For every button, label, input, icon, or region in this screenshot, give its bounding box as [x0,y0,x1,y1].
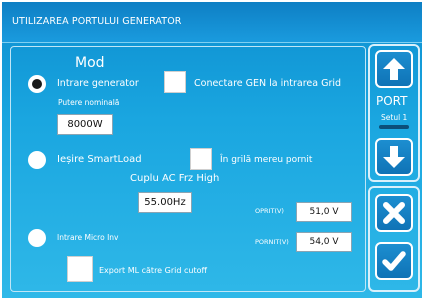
grid-connect-checkbox[interactable] [164,71,186,93]
generator-input-radio[interactable] [28,75,46,93]
page-title: UTILIZAREA PORTULUI GENERATOR [12,16,182,27]
smartload-output-radio[interactable] [28,151,46,169]
smartload-output-label: Ieșire SmartLoad [57,154,142,165]
mode-heading: Mod [75,55,105,71]
export-cutoff-label: Export ML către Grid cutoff [99,266,207,275]
title-bar: UTILIZAREA PORTULUI GENERATOR [2,2,422,43]
action-panel [368,186,420,292]
port-label: PORT [376,94,408,108]
off-voltage-field[interactable]: 51,0 V [296,202,352,222]
grid-connect-label: Conectare GEN la intrarea Grid [194,78,342,89]
close-icon [383,202,405,224]
port-panel: PORT Setul 1 [368,44,420,182]
on-voltage-label: PORNIT(V) [255,238,289,246]
off-voltage-label: OPRIT(V) [255,207,284,215]
generator-input-radio-dot [32,79,42,89]
on-voltage-field[interactable]: 54,0 V [296,232,352,252]
arrow-down-icon [383,146,405,168]
setting-label: Setul 1 [381,113,408,122]
checkmark-icon [382,251,406,271]
confirm-button[interactable] [375,242,413,280]
rated-power-field[interactable]: 8000W [57,114,113,135]
settings-panel: Mod Intrare generator Conectare GEN la i… [10,46,366,292]
port-up-button[interactable] [375,50,413,88]
port-down-button[interactable] [375,138,413,176]
cancel-button[interactable] [375,194,413,232]
export-cutoff-checkbox[interactable] [67,256,93,282]
micro-inv-label: Intrare Micro Inv [57,233,119,242]
always-on-checkbox[interactable] [190,148,212,170]
setting-indicator [379,125,409,129]
rated-power-label: Putere nominală [58,98,120,107]
screen-frame: UTILIZAREA PORTULUI GENERATOR Mod Intrar… [2,2,422,298]
arrow-up-icon [383,58,405,80]
ac-couple-field[interactable]: 55.00Hz [138,192,192,213]
ac-couple-label: Cuplu AC Frz High [130,173,220,184]
generator-input-label: Intrare generator [57,78,139,89]
sidebar: PORT Setul 1 [368,44,420,292]
always-on-label: În grilă mereu pornit [220,155,313,165]
micro-inv-radio[interactable] [28,229,46,247]
